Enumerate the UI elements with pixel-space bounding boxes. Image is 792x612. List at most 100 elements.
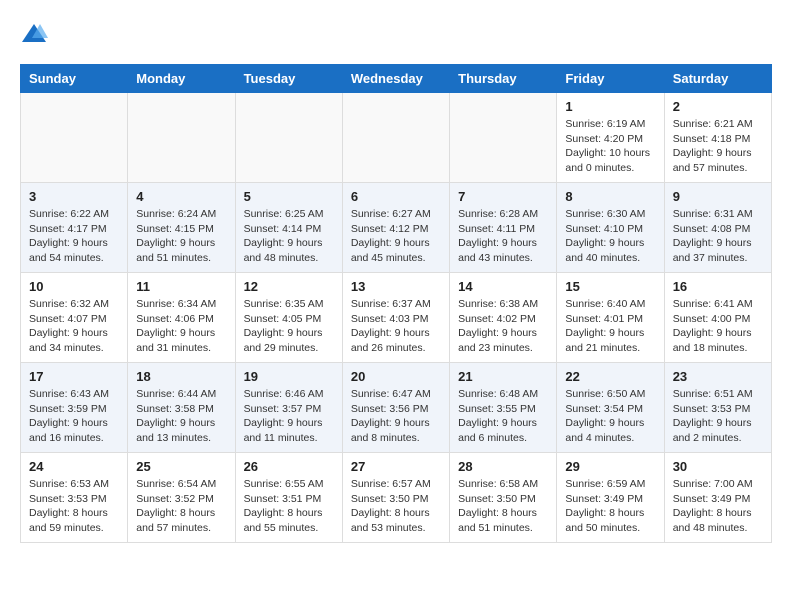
day-number: 6: [351, 189, 441, 204]
weekday-header: Friday: [557, 65, 664, 93]
day-info: Sunrise: 6:55 AMSunset: 3:51 PMDaylight:…: [244, 477, 334, 536]
day-number: 23: [673, 369, 763, 384]
day-info: Sunrise: 6:34 AMSunset: 4:06 PMDaylight:…: [136, 297, 226, 356]
day-number: 24: [29, 459, 119, 474]
day-number: 10: [29, 279, 119, 294]
day-number: 3: [29, 189, 119, 204]
day-number: 14: [458, 279, 548, 294]
day-info: Sunrise: 6:54 AMSunset: 3:52 PMDaylight:…: [136, 477, 226, 536]
calendar-day-cell: 17 Sunrise: 6:43 AMSunset: 3:59 PMDayligh…: [21, 363, 128, 453]
calendar-day-cell: 21 Sunrise: 6:48 AMSunset: 3:55 PMDayligh…: [450, 363, 557, 453]
calendar-day-cell: 26Sunrise: 6:55 AMSunset: 3:51 PMDayligh…: [235, 453, 342, 543]
day-number: 22: [565, 369, 655, 384]
calendar-day-cell: 29 Sunrise: 6:59 AMSunset: 3:49 PMDayligh…: [557, 453, 664, 543]
day-info: Sunrise: 6:32 AMSunset: 4:07 PMDaylight:…: [29, 297, 119, 356]
page-header: [20, 20, 772, 48]
day-number: 8: [565, 189, 655, 204]
day-info: Sunrise: 6:37 AMSunset: 4:03 PMDaylight:…: [351, 297, 441, 356]
weekday-header: Wednesday: [342, 65, 449, 93]
day-info: Sunrise: 6:21 AMSunset: 4:18 PMDaylight:…: [673, 117, 763, 176]
calendar-header-row: SundayMondayTuesdayWednesdayThursdayFrid…: [21, 65, 772, 93]
weekday-header: Thursday: [450, 65, 557, 93]
day-info: Sunrise: 6:25 AMSunset: 4:14 PMDaylight:…: [244, 207, 334, 266]
day-info: Sunrise: 6:40 AMSunset: 4:01 PMDaylight:…: [565, 297, 655, 356]
weekday-header: Monday: [128, 65, 235, 93]
day-info: Sunrise: 6:58 AMSunset: 3:50 PMDaylight:…: [458, 477, 548, 536]
day-number: 11: [136, 279, 226, 294]
calendar-day-cell: 15 Sunrise: 6:40 AMSunset: 4:01 PMDayligh…: [557, 273, 664, 363]
calendar-day-cell: 10 Sunrise: 6:32 AMSunset: 4:07 PMDayligh…: [21, 273, 128, 363]
calendar-day-cell: 11 Sunrise: 6:34 AMSunset: 4:06 PMDayligh…: [128, 273, 235, 363]
day-number: 7: [458, 189, 548, 204]
calendar-day-cell: 30 Sunrise: 7:00 AMSunset: 3:49 PMDayligh…: [664, 453, 771, 543]
calendar-week-row: 1Sunrise: 6:19 AMSunset: 4:20 PMDaylight…: [21, 93, 772, 183]
day-info: Sunrise: 6:38 AMSunset: 4:02 PMDaylight:…: [458, 297, 548, 356]
calendar-day-cell: 27 Sunrise: 6:57 AMSunset: 3:50 PMDayligh…: [342, 453, 449, 543]
day-number: 21: [458, 369, 548, 384]
calendar-day-cell: 13Sunrise: 6:37 AMSunset: 4:03 PMDayligh…: [342, 273, 449, 363]
day-info: Sunrise: 7:00 AMSunset: 3:49 PMDaylight:…: [673, 477, 763, 536]
calendar-day-cell: 20 Sunrise: 6:47 AMSunset: 3:56 PMDayligh…: [342, 363, 449, 453]
calendar-day-cell: 12 Sunrise: 6:35 AMSunset: 4:05 PMDayligh…: [235, 273, 342, 363]
day-number: 30: [673, 459, 763, 474]
calendar-day-cell: [21, 93, 128, 183]
calendar-day-cell: [235, 93, 342, 183]
calendar-day-cell: 18 Sunrise: 6:44 AMSunset: 3:58 PMDayligh…: [128, 363, 235, 453]
calendar-week-row: 3Sunrise: 6:22 AMSunset: 4:17 PMDaylight…: [21, 183, 772, 273]
day-number: 5: [244, 189, 334, 204]
day-number: 2: [673, 99, 763, 114]
weekday-header: Saturday: [664, 65, 771, 93]
calendar-week-row: 24 Sunrise: 6:53 AMSunset: 3:53 PMDayligh…: [21, 453, 772, 543]
calendar-week-row: 10 Sunrise: 6:32 AMSunset: 4:07 PMDayligh…: [21, 273, 772, 363]
calendar-day-cell: 8 Sunrise: 6:30 AMSunset: 4:10 PMDaylight…: [557, 183, 664, 273]
day-info: Sunrise: 6:57 AMSunset: 3:50 PMDaylight:…: [351, 477, 441, 536]
day-number: 4: [136, 189, 226, 204]
day-info: Sunrise: 6:24 AMSunset: 4:15 PMDaylight:…: [136, 207, 226, 266]
day-info: Sunrise: 6:47 AMSunset: 3:56 PMDaylight:…: [351, 387, 441, 446]
calendar-day-cell: 19Sunrise: 6:46 AMSunset: 3:57 PMDayligh…: [235, 363, 342, 453]
calendar-day-cell: 1Sunrise: 6:19 AMSunset: 4:20 PMDaylight…: [557, 93, 664, 183]
day-number: 25: [136, 459, 226, 474]
calendar-day-cell: 6 Sunrise: 6:27 AMSunset: 4:12 PMDaylight…: [342, 183, 449, 273]
calendar-day-cell: [128, 93, 235, 183]
day-info: Sunrise: 6:50 AMSunset: 3:54 PMDaylight:…: [565, 387, 655, 446]
logo: [20, 20, 52, 48]
calendar-table: SundayMondayTuesdayWednesdayThursdayFrid…: [20, 64, 772, 543]
day-info: Sunrise: 6:35 AMSunset: 4:05 PMDaylight:…: [244, 297, 334, 356]
day-info: Sunrise: 6:27 AMSunset: 4:12 PMDaylight:…: [351, 207, 441, 266]
day-number: 19: [244, 369, 334, 384]
day-number: 20: [351, 369, 441, 384]
calendar-day-cell: 24 Sunrise: 6:53 AMSunset: 3:53 PMDayligh…: [21, 453, 128, 543]
day-number: 18: [136, 369, 226, 384]
day-number: 16: [673, 279, 763, 294]
calendar-day-cell: 2 Sunrise: 6:21 AMSunset: 4:18 PMDaylight…: [664, 93, 771, 183]
day-number: 9: [673, 189, 763, 204]
calendar-day-cell: 5 Sunrise: 6:25 AMSunset: 4:14 PMDaylight…: [235, 183, 342, 273]
day-info: Sunrise: 6:44 AMSunset: 3:58 PMDaylight:…: [136, 387, 226, 446]
calendar-day-cell: 22 Sunrise: 6:50 AMSunset: 3:54 PMDayligh…: [557, 363, 664, 453]
day-info: Sunrise: 6:31 AMSunset: 4:08 PMDaylight:…: [673, 207, 763, 266]
day-info: Sunrise: 6:48 AMSunset: 3:55 PMDaylight:…: [458, 387, 548, 446]
calendar-day-cell: [450, 93, 557, 183]
day-number: 15: [565, 279, 655, 294]
day-number: 29: [565, 459, 655, 474]
day-number: 27: [351, 459, 441, 474]
calendar-day-cell: 16Sunrise: 6:41 AMSunset: 4:00 PMDayligh…: [664, 273, 771, 363]
calendar-day-cell: 9 Sunrise: 6:31 AMSunset: 4:08 PMDaylight…: [664, 183, 771, 273]
logo-icon: [20, 20, 48, 48]
weekday-header: Tuesday: [235, 65, 342, 93]
day-info: Sunrise: 6:43 AMSunset: 3:59 PMDaylight:…: [29, 387, 119, 446]
day-number: 28: [458, 459, 548, 474]
calendar-day-cell: 14 Sunrise: 6:38 AMSunset: 4:02 PMDayligh…: [450, 273, 557, 363]
weekday-header: Sunday: [21, 65, 128, 93]
day-number: 12: [244, 279, 334, 294]
calendar-day-cell: 7Sunrise: 6:28 AMSunset: 4:11 PMDaylight…: [450, 183, 557, 273]
day-number: 17: [29, 369, 119, 384]
day-info: Sunrise: 6:30 AMSunset: 4:10 PMDaylight:…: [565, 207, 655, 266]
day-info: Sunrise: 6:53 AMSunset: 3:53 PMDaylight:…: [29, 477, 119, 536]
calendar-day-cell: 23 Sunrise: 6:51 AMSunset: 3:53 PMDayligh…: [664, 363, 771, 453]
day-info: Sunrise: 6:51 AMSunset: 3:53 PMDaylight:…: [673, 387, 763, 446]
calendar-day-cell: 28 Sunrise: 6:58 AMSunset: 3:50 PMDayligh…: [450, 453, 557, 543]
day-info: Sunrise: 6:59 AMSunset: 3:49 PMDaylight:…: [565, 477, 655, 536]
calendar-day-cell: 3Sunrise: 6:22 AMSunset: 4:17 PMDaylight…: [21, 183, 128, 273]
